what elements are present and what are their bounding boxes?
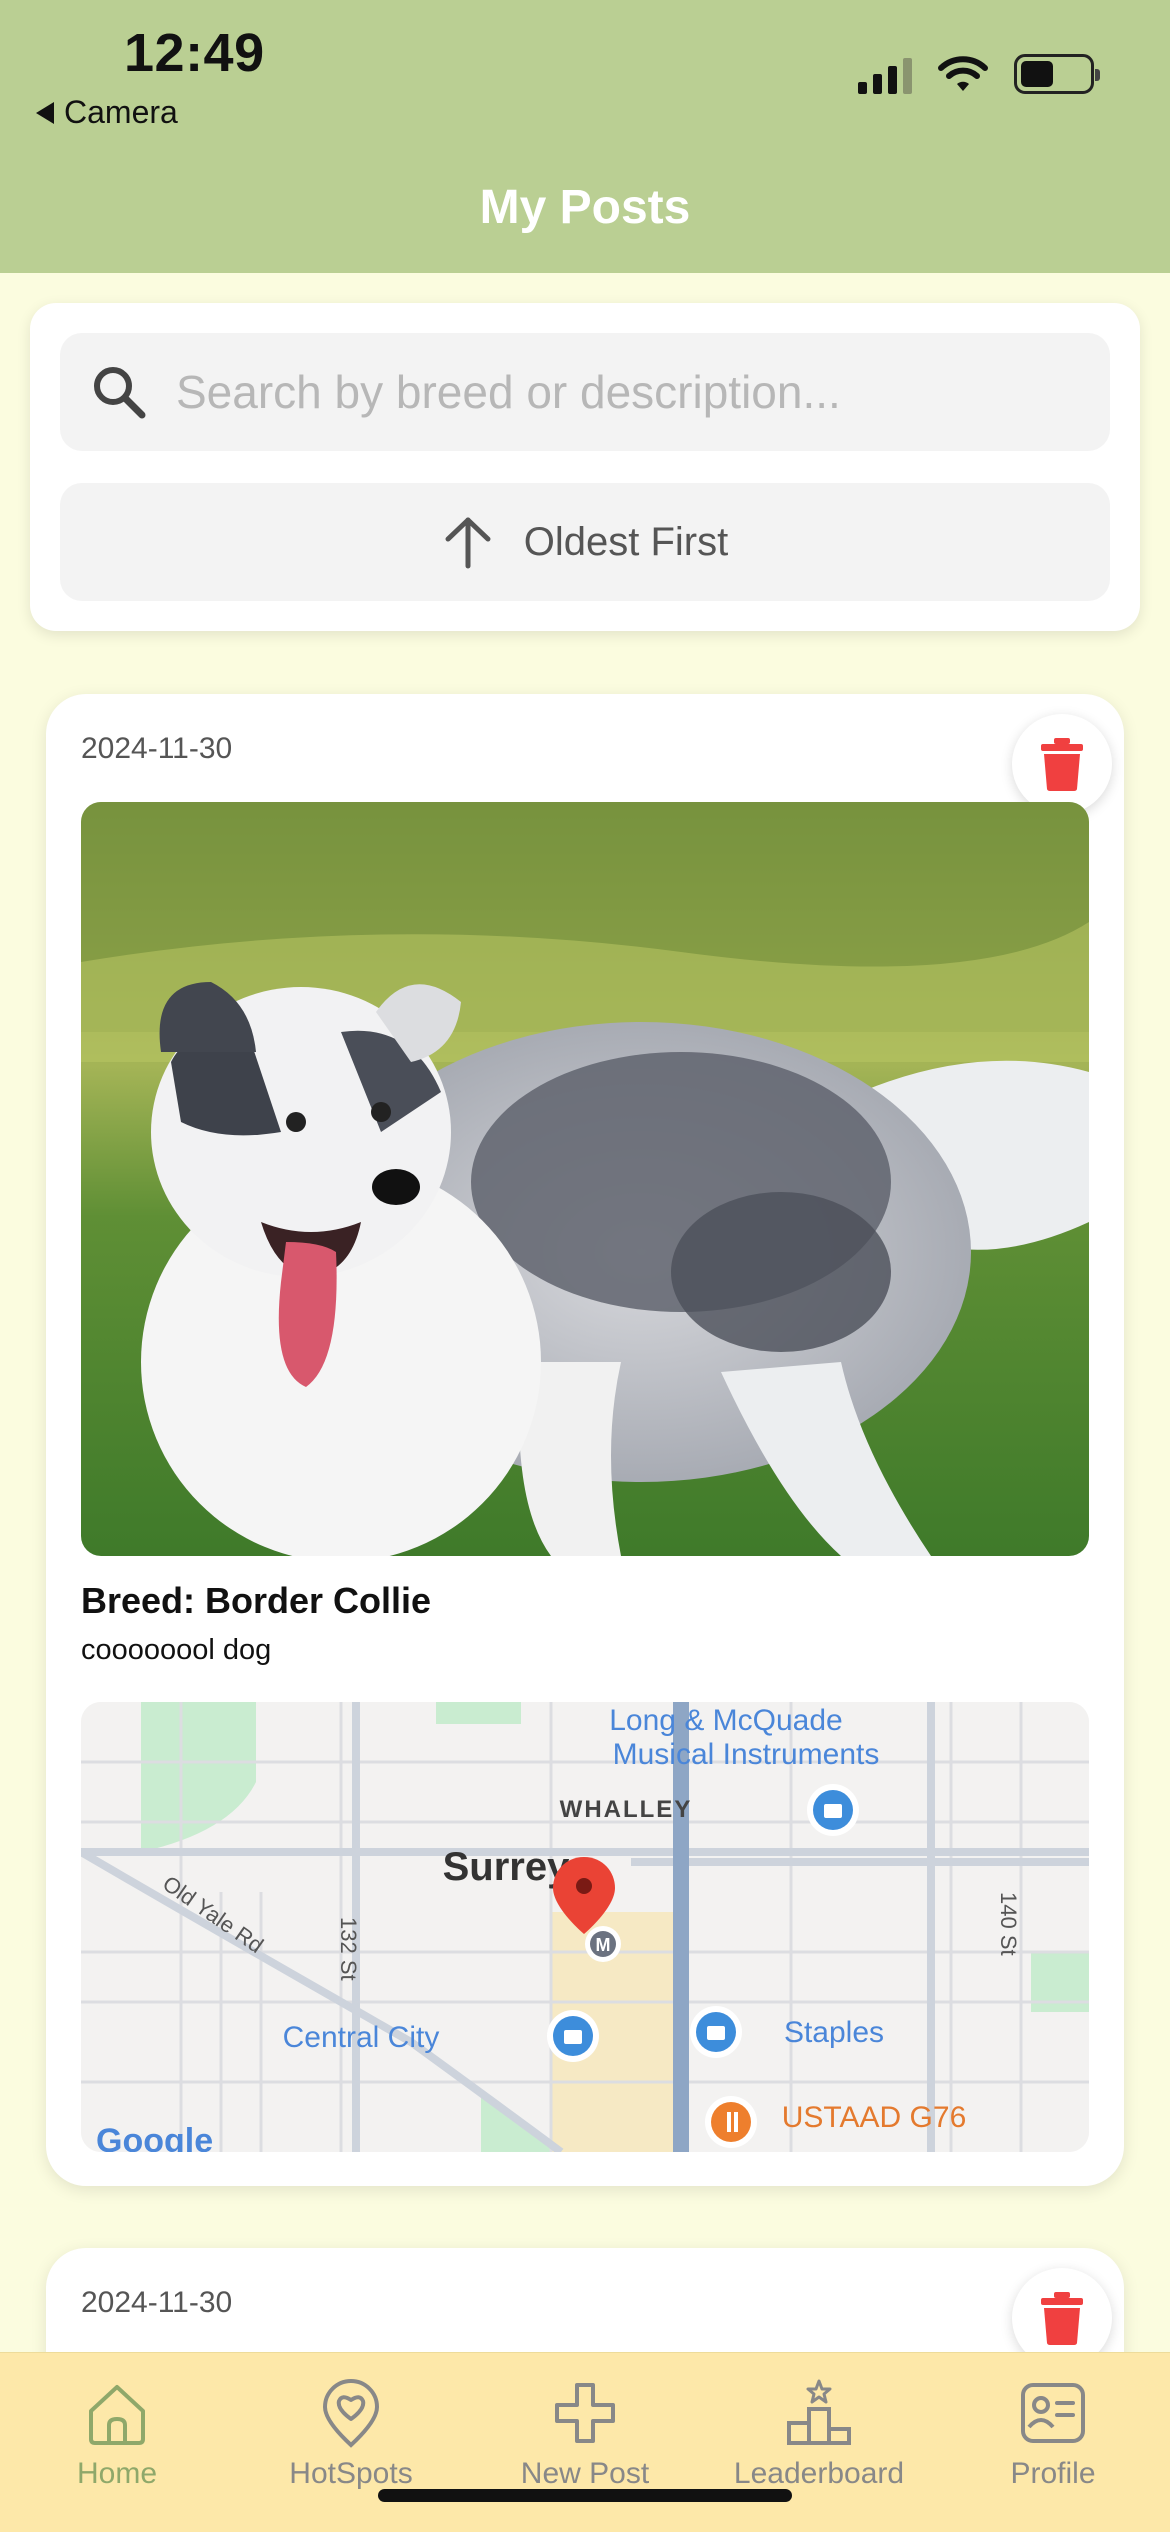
shopping-marker-icon <box>547 2010 599 2062</box>
trash-icon <box>1041 738 1083 791</box>
shopping-marker-icon <box>690 2006 742 2058</box>
map-label-poi-2: Central City <box>283 2021 440 2054</box>
tab-new-post[interactable]: New Post <box>468 2377 702 2491</box>
trash-icon <box>1041 2292 1083 2345</box>
sort-order-button[interactable]: Oldest First <box>60 483 1110 601</box>
search-input[interactable] <box>176 365 1076 419</box>
tab-profile[interactable]: Profile <box>936 2377 1170 2491</box>
header-bar: 12:49 Camera My Posts <box>0 0 1170 273</box>
map-label-road-1: 132 St <box>336 1917 361 1981</box>
tab-home[interactable]: Home <box>0 2377 234 2491</box>
map-label-road-2: 140 St <box>996 1892 1021 1956</box>
home-indicator[interactable] <box>378 2489 792 2502</box>
tab-leaderboard[interactable]: Leaderboard <box>702 2377 936 2491</box>
tab-label: HotSpots <box>289 2457 413 2490</box>
status-icons <box>858 54 1100 94</box>
cellular-signal-icon <box>858 54 912 94</box>
back-triangle-icon <box>36 101 54 124</box>
tab-hotspots[interactable]: HotSpots <box>234 2377 468 2491</box>
post-date: 2024-11-30 <box>81 2286 233 2319</box>
map-label-poi-1: Long & McQuade <box>609 1704 842 1737</box>
plus-icon <box>555 2383 615 2443</box>
bottom-tab-bar: Home HotSpots New Post Leaderboard Profi… <box>0 2352 1170 2532</box>
post-card: 2024-11-30 <box>46 694 1124 2186</box>
home-icon <box>89 2385 145 2445</box>
podium-icon <box>787 2379 851 2445</box>
profile-card-icon <box>1021 2383 1085 2443</box>
search-icon <box>94 367 146 419</box>
dog-photo <box>81 802 1089 1556</box>
svg-text:M: M <box>596 1935 611 1955</box>
search-filter-card: Oldest First <box>30 303 1140 631</box>
heart-pin-icon <box>322 2379 380 2448</box>
map-attribution: Google <box>96 2122 213 2152</box>
post-breed: Breed: Border Collie <box>81 1580 432 1621</box>
battery-icon <box>1014 54 1100 94</box>
page-title: My Posts <box>479 181 691 234</box>
sort-order-label: Oldest First <box>523 519 729 564</box>
wifi-icon <box>938 56 988 91</box>
post-date: 2024-11-30 <box>81 732 233 765</box>
shopping-marker-icon <box>807 1784 859 1836</box>
map-label-district: WHALLEY <box>560 1796 693 1823</box>
back-to-app-link[interactable]: Camera <box>36 94 178 131</box>
tab-label: Home <box>76 2457 158 2490</box>
search-box[interactable] <box>60 333 1110 451</box>
map-label-poi-1b: Musical Instruments <box>613 1738 880 1771</box>
post-description: coooooool dog <box>81 1634 272 1666</box>
status-time: 12:49 <box>124 23 265 83</box>
restaurant-marker-icon <box>705 2096 757 2148</box>
back-app-label: Camera <box>64 94 178 130</box>
delete-post-button[interactable] <box>1012 714 1112 814</box>
map-label-poi-3: Staples <box>784 2016 884 2049</box>
tab-label: Leaderboard <box>733 2457 905 2490</box>
transit-marker-icon: M <box>585 1926 621 1962</box>
map-label-poi-4: USTAAD G76 <box>782 2101 967 2134</box>
tab-label: New Post <box>520 2457 650 2490</box>
arrow-up-icon <box>445 517 491 569</box>
map-label-city: Surrey <box>443 1845 570 1889</box>
location-map[interactable]: Long & McQuade Musical Instruments WHALL… <box>81 1702 1089 2152</box>
tab-label: Profile <box>1010 2457 1096 2490</box>
